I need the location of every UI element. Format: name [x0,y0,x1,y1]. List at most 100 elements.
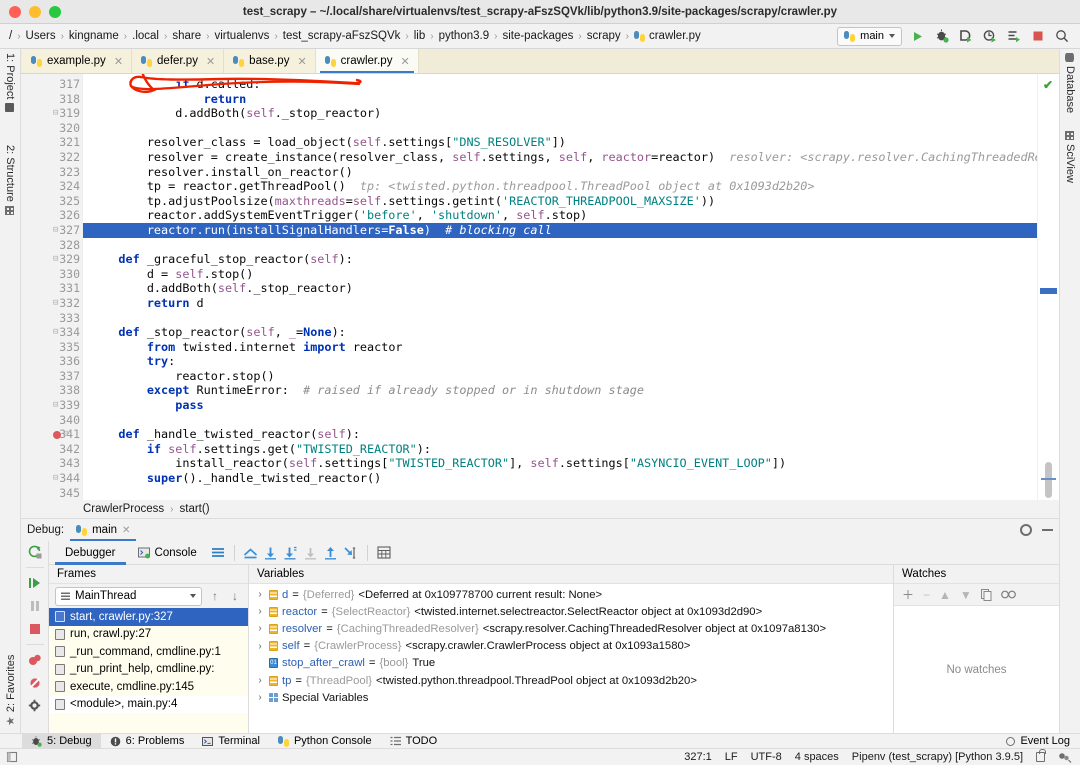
code-line-319[interactable]: d.addBoth(self._stop_reactor) [83,106,1037,121]
thread-selector[interactable]: MainThread [55,586,202,606]
view-breakpoints-icon[interactable] [27,652,43,668]
stop-button[interactable] [1029,28,1046,45]
code-line-343[interactable]: install_reactor(self.settings["TWISTED_R… [83,456,1037,471]
run-configuration-selector[interactable]: main [837,26,902,46]
code-line-324[interactable]: tp = reactor.getThreadPool() tp: <twiste… [83,179,1037,194]
run-to-cursor-icon[interactable] [342,544,360,562]
code-line-326[interactable]: reactor.addSystemEventTrigger('before', … [83,208,1037,223]
expand-chevron-icon[interactable]: › [255,589,265,600]
code-line-328[interactable] [83,238,1037,253]
code-line-339[interactable]: pass [83,398,1037,413]
settings-icon[interactable] [27,698,43,714]
breakpoint-icon[interactable] [53,430,61,439]
expand-chevron-icon[interactable]: › [255,641,265,652]
code-fold-icon[interactable]: ⊟ [63,427,68,442]
variable-row[interactable]: › reactor = {SelectReactor} <twisted.interne… [249,603,893,620]
variable-row[interactable]: › self = {CrawlerProcess} <scrapy.crawler.Cr… [249,638,893,655]
gutter-line-342[interactable]: 342 [21,442,82,457]
sidebar-item-favorites[interactable]: ★ 2: Favorites [4,655,18,726]
python-interpreter[interactable]: Pipenv (test_scrapy) [Python 3.9.5] [852,751,1023,763]
remove-icon[interactable]: − [923,588,930,602]
code-line-323[interactable]: resolver.install_on_reactor() [83,165,1037,180]
code-line-327[interactable]: reactor.run(installSignalHandlers=False)… [83,222,1037,238]
debug-button[interactable] [933,28,950,45]
step-over-icon[interactable] [262,544,280,562]
breadcrumb-item-kingname[interactable]: kingname [64,30,124,42]
inspect-icon[interactable] [1000,590,1016,599]
gutter-line-343[interactable]: 343 [21,456,82,471]
editor-tab-defer-py[interactable]: defer.py ✕ [132,49,225,73]
gutter-line-341[interactable]: ⊟ 341 [21,427,82,442]
caret-position[interactable]: 327:1 [684,751,712,763]
breadcrumb-item-crawler-py[interactable]: crawler.py [629,30,706,42]
close-tab-icon[interactable]: ✕ [206,55,215,68]
gutter-line-328[interactable]: 328 [21,238,82,253]
gutter-line-334[interactable]: ⊟ 334 [21,325,82,340]
sidebar-item-database[interactable]: Database [1064,53,1076,113]
editor-tab-base-py[interactable]: base.py ✕ [224,49,316,73]
code-editor[interactable]: 317 318 ⊟ 319 320 321 322 323 324 325 326 ⊟ 327 328 ⊟ 3… [21,74,1059,500]
code-fold-icon[interactable]: ⊟ [53,398,58,413]
editor-tab-crawler-py[interactable]: crawler.py ✕ [315,49,419,73]
breadcrumb-method[interactable]: start() [180,503,210,515]
code-line-334[interactable]: def _stop_reactor(self, _=None): [83,325,1037,340]
breadcrumb-item-local[interactable]: .local [127,30,164,42]
variable-row[interactable]: › d = {Deferred} <Deferred at 0x109778700 cu… [249,586,893,603]
code-line-325[interactable]: tp.adjustPoolsize(maxthreads=self.settin… [83,194,1037,209]
run-button[interactable] [909,28,926,45]
run-with-coverage-button[interactable] [957,28,974,45]
code-line-322[interactable]: resolver = create_instance(resolver_clas… [83,150,1037,165]
frame-row[interactable]: execute, cmdline.py:145 [49,678,248,696]
debug-session-tab-main[interactable]: main ✕ [70,519,137,541]
search-everywhere-icon[interactable] [1053,28,1070,45]
move-up-icon[interactable]: ▲ [939,588,951,602]
breadcrumb-item-share[interactable]: share [167,30,206,42]
add-icon[interactable]: ＋ [902,586,914,603]
bottom-tab-problems[interactable]: 6: Problems [101,734,194,749]
step-into-icon[interactable] [282,544,300,562]
variable-row[interactable]: › resolver = {CachingThreadedResolver} <scra… [249,620,893,637]
sidebar-item-sciview[interactable]: SciView [1064,131,1076,183]
evaluate-expression-icon[interactable] [375,544,393,562]
stop-icon[interactable] [27,621,43,637]
tab-debugger[interactable]: Debugger [55,541,126,565]
breadcrumb-item-users[interactable]: Users [21,30,61,42]
rerun-icon[interactable] [27,544,43,560]
close-tab-icon[interactable]: ✕ [297,55,306,68]
resume-program-icon[interactable] [27,575,43,591]
gutter-line-326[interactable]: 326 [21,208,82,223]
editor-code-area[interactable]: if d.called: return d.addBoth(self._stop… [83,74,1037,500]
code-line-340[interactable] [83,413,1037,428]
code-line-318[interactable]: return [83,92,1037,107]
code-line-342[interactable]: if self.settings.get("TWISTED_REACTOR"): [83,442,1037,457]
sidebar-item-structure[interactable]: 2: Structure [4,145,16,215]
inspection-level-icon[interactable] [1058,751,1072,763]
code-line-336[interactable]: try: [83,354,1037,369]
expand-chevron-icon[interactable]: › [255,692,265,703]
gutter-line-320[interactable]: 320 [21,121,82,136]
gutter-line-339[interactable]: ⊟ 339 [21,398,82,413]
bottom-tab-todo[interactable]: TODO [381,734,447,749]
next-frame-icon[interactable]: ↓ [228,589,242,603]
gutter-line-318[interactable]: 318 [21,92,82,107]
code-line-331[interactable]: d.addBoth(self._stop_reactor) [83,281,1037,296]
bottom-tab-terminal[interactable]: Terminal [193,734,269,749]
previous-frame-icon[interactable]: ↑ [208,589,222,603]
code-line-345[interactable] [83,486,1037,500]
show-execution-point-icon[interactable] [242,544,260,562]
code-fold-icon[interactable]: ⊟ [53,325,58,340]
code-line-344[interactable]: super()._handle_twisted_reactor() [83,471,1037,486]
breadcrumb-item-python39[interactable]: python3.9 [434,30,495,42]
code-fold-icon[interactable]: ⊟ [53,106,58,121]
force-step-into-icon[interactable] [302,544,320,562]
gutter-line-317[interactable]: 317 [21,77,82,92]
variable-row[interactable]: 01 stop_after_crawl = {bool} True [249,655,893,672]
gutter-line-330[interactable]: 330 [21,267,82,282]
editor-tab-example-py[interactable]: example.py ✕ [22,49,133,73]
frame-row[interactable]: run, crawl.py:27 [49,626,248,644]
move-down-icon[interactable]: ▼ [960,588,972,602]
gutter-line-337[interactable]: 337 [21,369,82,384]
gutter-line-345[interactable]: 345 [21,486,82,500]
code-line-337[interactable]: reactor.stop() [83,369,1037,384]
hide-window-icon[interactable] [1042,529,1053,531]
